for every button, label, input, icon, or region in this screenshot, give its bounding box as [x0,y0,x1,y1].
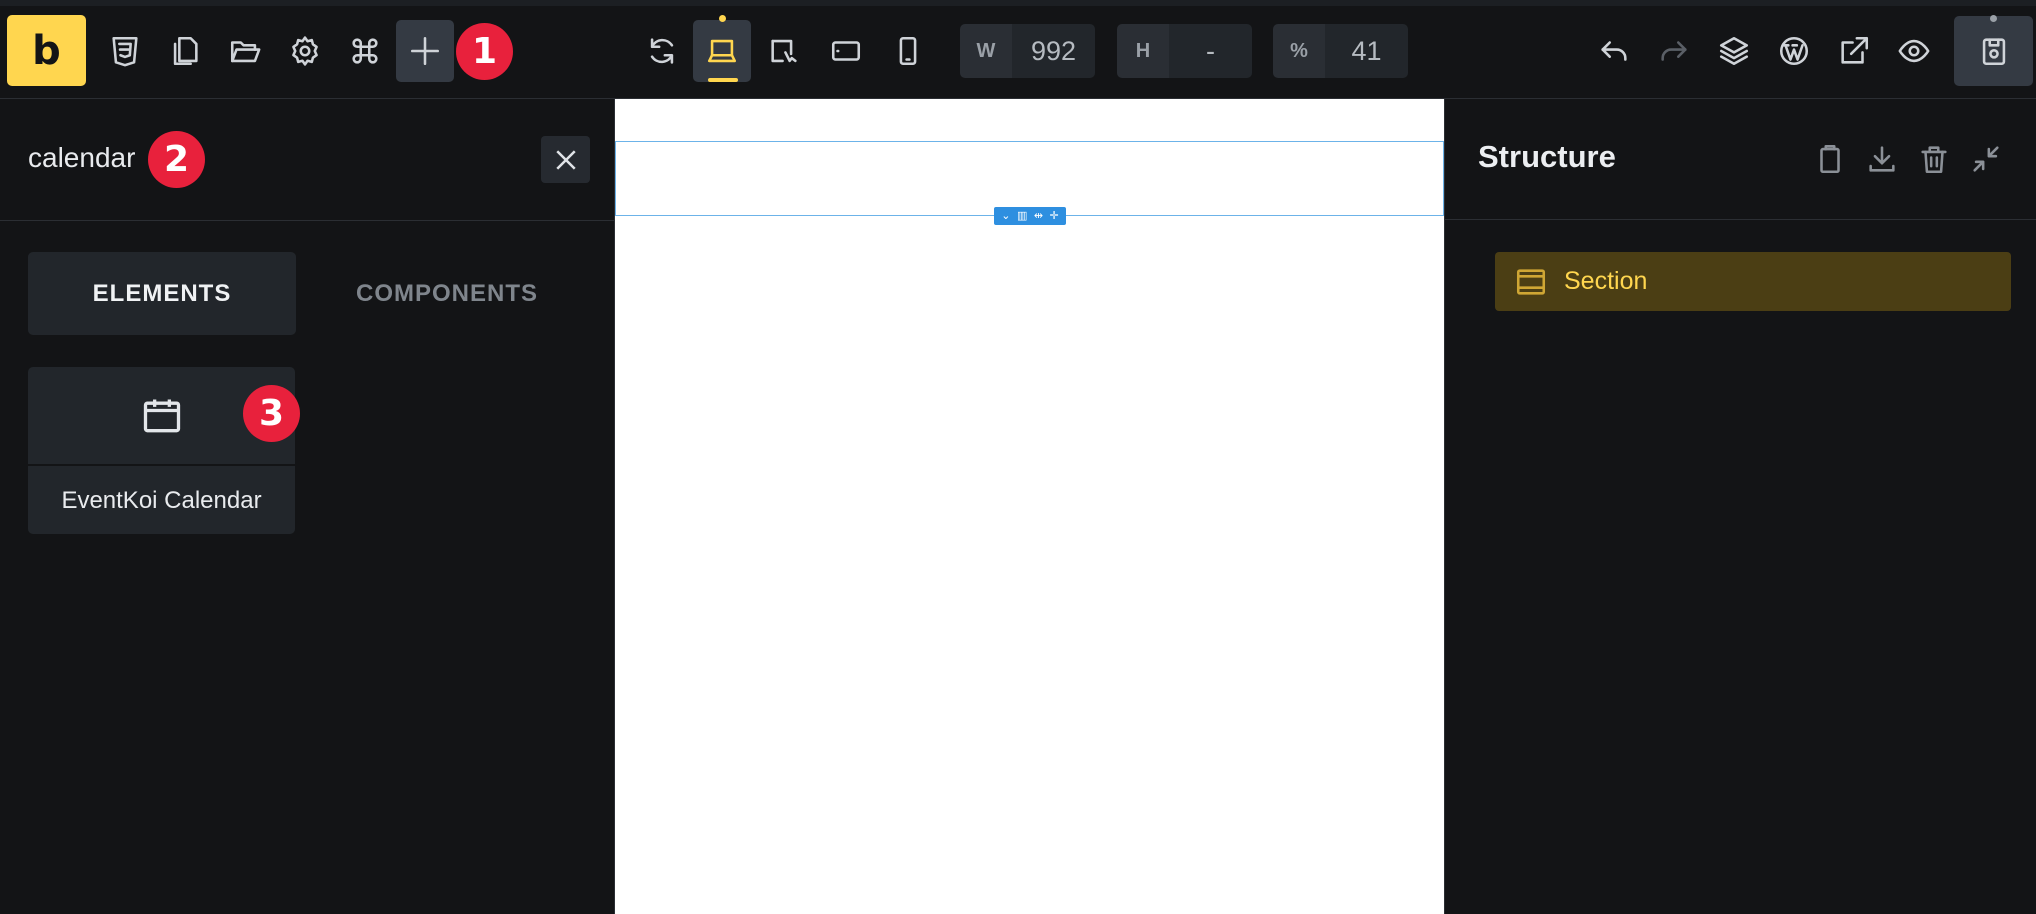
clipboard-icon[interactable] [1810,139,1850,179]
download-icon[interactable] [1862,139,1902,179]
refresh-icon[interactable] [633,20,691,82]
height-label: H [1117,24,1169,78]
pages-icon[interactable] [156,20,214,82]
tab-components[interactable]: COMPONENTS [313,252,581,335]
height-input[interactable]: - [1169,24,1252,78]
width-label: W [960,24,1012,78]
clear-search-button[interactable] [541,136,590,183]
builder-canvas[interactable]: ⌄ ▥ ⇹ ✛ [615,99,1444,914]
annotation-badge-2: 2 [148,131,205,188]
elements-panel: calendar 2 ELEMENTS COMPONENTS EventKoi … [0,99,615,914]
active-underline [708,78,738,82]
close-icon [555,149,576,170]
chevron-down-icon[interactable]: ⌄ [1001,207,1010,225]
command-icon[interactable] [336,20,394,82]
folder-open-icon[interactable] [216,20,274,82]
structure-item-label: Section [1564,267,1648,295]
tab-elements[interactable]: ELEMENTS [28,252,296,335]
save-button[interactable] [1954,15,2033,86]
zoom-input-group[interactable]: % 41 [1273,24,1408,78]
css3-icon[interactable] [96,20,154,82]
structure-header: Structure [1445,99,2036,220]
section-icon [1516,268,1546,295]
width-input[interactable]: 992 [1012,24,1095,78]
layers-icon[interactable] [1705,20,1763,82]
unsaved-indicator-dot [1990,15,1997,22]
columns-icon[interactable]: ▥ [1017,207,1027,225]
tablet-icon[interactable] [817,20,875,82]
laptop-icon [707,39,737,63]
bricks-logo[interactable]: b [7,15,86,86]
structure-title: Structure [1478,139,1616,174]
top-toolbar: b 1 W 992 H - % 41 [0,0,2036,99]
element-label: EventKoi Calendar [61,487,262,514]
add-element-button[interactable] [396,20,454,82]
width-input-group[interactable]: W 992 [960,24,1095,78]
preview-eye-icon[interactable] [1885,20,1943,82]
search-row: calendar 2 [0,99,615,221]
selected-section-outline[interactable] [615,141,1444,216]
collapse-icon[interactable] [1966,139,2006,179]
element-search-input[interactable]: calendar [28,142,135,174]
zoom-label: % [1273,24,1325,78]
undo-icon[interactable] [1585,20,1643,82]
top-edge-line [0,0,2036,6]
save-icon [1982,38,2005,66]
move-icon[interactable]: ✛ [1050,207,1059,225]
annotation-badge-1: 1 [456,23,513,80]
height-input-group[interactable]: H - [1117,24,1252,78]
redo-icon[interactable] [1645,20,1703,82]
move-horizontal-icon[interactable]: ⇹ [1034,207,1043,225]
phone-icon[interactable] [879,20,937,82]
wordpress-icon[interactable] [1765,20,1823,82]
section-actions-toolbar[interactable]: ⌄ ▥ ⇹ ✛ [994,207,1066,225]
calendar-icon [143,399,180,432]
zoom-input[interactable]: 41 [1325,24,1408,78]
trash-icon[interactable] [1914,139,1954,179]
external-link-icon[interactable] [1825,20,1883,82]
tablet-landscape-icon[interactable] [755,20,813,82]
structure-panel: Structure Section [1444,99,2036,914]
plus-add-icon [410,36,440,66]
annotation-badge-3: 3 [243,385,300,442]
settings-gear-icon[interactable] [276,20,334,82]
structure-item-section[interactable]: Section [1495,252,2011,311]
active-indicator-dot [719,15,726,22]
desktop-breakpoint-button[interactable] [693,15,751,82]
